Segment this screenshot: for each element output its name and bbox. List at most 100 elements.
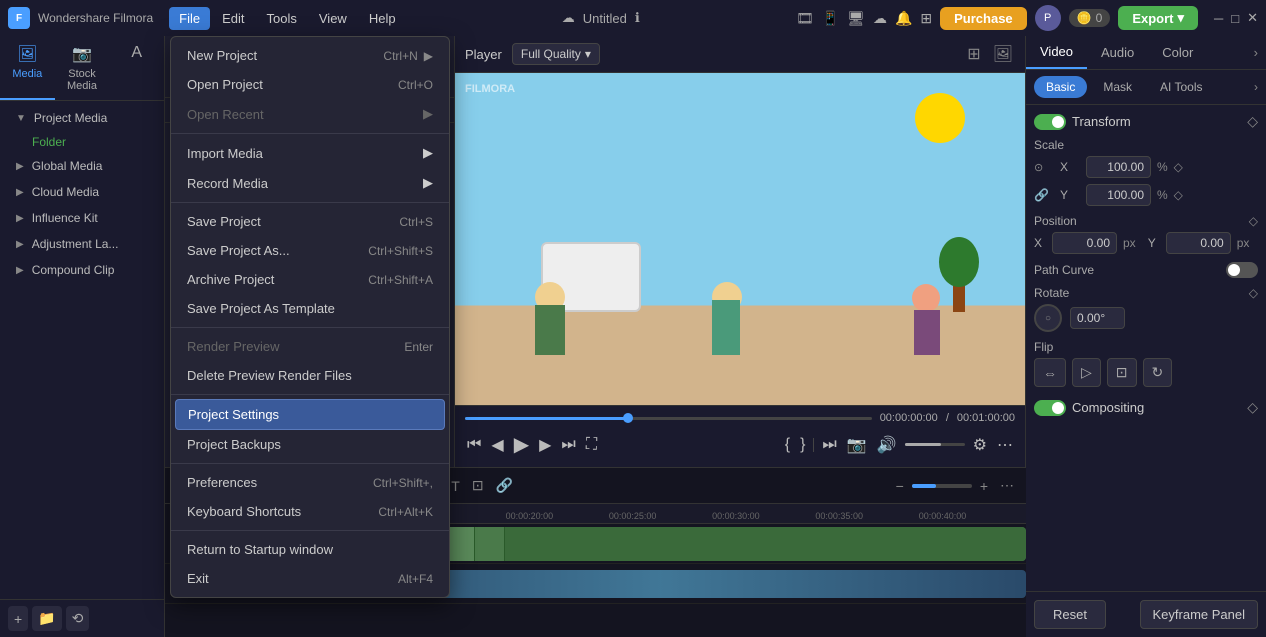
expand-button[interactable]: ⟲	[66, 606, 90, 631]
menu-keyboard-shortcuts[interactable]: Keyboard Shortcuts Ctrl+Alt+K	[171, 497, 449, 526]
section-compound[interactable]: ▶ Compound Clip	[8, 257, 156, 283]
menu-new-project[interactable]: New Project Ctrl+N ▶	[171, 41, 449, 70]
menu-save-project-as[interactable]: Save Project As... Ctrl+Shift+S	[171, 236, 449, 265]
tab-audio[interactable]: Audio	[1087, 37, 1148, 68]
transform-toggle[interactable]	[1034, 114, 1066, 130]
menu-edit[interactable]: Edit	[212, 7, 254, 30]
tab-media[interactable]: 🖼 Media	[0, 36, 55, 100]
play-button[interactable]: ▶	[512, 430, 531, 459]
rotate-input[interactable]	[1070, 307, 1125, 329]
mark-in-button[interactable]: ⏭	[820, 434, 838, 456]
subtab-basic[interactable]: Basic	[1034, 76, 1087, 98]
player-quality-selector[interactable]: Full Quality ▾	[512, 43, 600, 65]
tab-stock-media[interactable]: 📷 Stock Media	[55, 36, 110, 100]
reset-button[interactable]: Reset	[1034, 600, 1106, 629]
image-view-button[interactable]: 🖼	[991, 42, 1015, 66]
tab-more[interactable]: A	[109, 36, 164, 100]
purchase-button[interactable]: Purchase	[940, 7, 1027, 30]
compositing-toggle[interactable]	[1034, 400, 1066, 416]
rotate-diamond-icon[interactable]: ◇	[1249, 286, 1258, 300]
menu-delete-preview[interactable]: Delete Preview Render Files	[171, 361, 449, 390]
in-point-button[interactable]: {	[783, 434, 792, 456]
menu-import-media[interactable]: Import Media ▶	[171, 138, 449, 168]
scale-x-diamond-icon[interactable]: ◇	[1174, 160, 1183, 174]
menu-project-settings[interactable]: Project Settings	[175, 399, 445, 430]
cartoon-head3	[912, 284, 940, 312]
menu-return-startup[interactable]: Return to Startup window	[171, 535, 449, 564]
close-btn[interactable]: ✕	[1247, 10, 1258, 26]
grid2-view-button[interactable]: ⊞	[965, 42, 982, 66]
scale-y-diamond-icon[interactable]: ◇	[1174, 188, 1183, 202]
menu-open-recent[interactable]: Open Recent ▶	[171, 99, 449, 129]
add-folder-button[interactable]: +	[8, 606, 28, 631]
rotate-wheel[interactable]: ○	[1034, 304, 1062, 332]
scale-x-unit: %	[1157, 160, 1168, 174]
flip-h-button[interactable]: ⇔	[1034, 358, 1066, 387]
exit-label: Exit	[187, 571, 209, 586]
volume-bar[interactable]	[905, 443, 965, 446]
subtab-mask[interactable]: Mask	[1091, 76, 1144, 98]
menu-view[interactable]: View	[309, 7, 357, 30]
zoom-slider[interactable]	[912, 484, 972, 488]
frame-back-button[interactable]: ◀	[489, 433, 505, 457]
more-tabs-icon[interactable]: ›	[1246, 37, 1266, 68]
fullscreen-button[interactable]: ⛶	[584, 434, 599, 456]
position-y-input[interactable]	[1166, 232, 1231, 254]
menu-preferences[interactable]: Preferences Ctrl+Shift+,	[171, 468, 449, 497]
menu-exit[interactable]: Exit Alt+F4	[171, 564, 449, 593]
position-diamond-icon[interactable]: ◇	[1249, 214, 1258, 228]
import-media-arrow-icon: ▶	[423, 145, 433, 161]
menu-open-project[interactable]: Open Project Ctrl+O	[171, 70, 449, 99]
menu-save-project[interactable]: Save Project Ctrl+S	[171, 207, 449, 236]
folder-button[interactable]: 📁	[32, 606, 61, 631]
compositing-diamond-icon[interactable]: ◇	[1247, 399, 1258, 416]
section-cloud-media[interactable]: ▶ Cloud Media	[8, 179, 156, 205]
section-influence-kit[interactable]: ▶ Influence Kit	[8, 205, 156, 231]
audio-button[interactable]: 🔊	[875, 433, 899, 457]
out-point-button[interactable]: }	[798, 434, 807, 456]
section-global-media[interactable]: ▶ Global Media	[8, 153, 156, 179]
flip-v-button[interactable]: ▷	[1072, 358, 1101, 387]
maximize-btn[interactable]: □	[1231, 11, 1239, 26]
menu-record-media[interactable]: Record Media ▶	[171, 168, 449, 198]
menu-file[interactable]: File	[169, 7, 210, 30]
menu-help[interactable]: Help	[359, 7, 406, 30]
zoom-out-button[interactable]: −	[892, 476, 908, 496]
more-button[interactable]: ⋯	[995, 433, 1015, 457]
menu-project-backups[interactable]: Project Backups	[171, 430, 449, 459]
scale-y-row: 🔗 Y % ◇	[1034, 184, 1258, 206]
screenshot-button[interactable]: 📷	[845, 433, 869, 457]
keyframe-panel-button[interactable]: Keyframe Panel	[1140, 600, 1259, 629]
import-media-label: Import Media	[187, 146, 263, 161]
skip-forward-button[interactable]: ⏭	[559, 434, 577, 456]
zoom-in-button[interactable]: +	[976, 476, 992, 496]
folder-item[interactable]: Folder	[8, 131, 156, 153]
export-button[interactable]: Export ▾	[1118, 6, 1198, 30]
more-subtabs-icon[interactable]: ›	[1254, 80, 1258, 94]
tab-video[interactable]: Video	[1026, 36, 1087, 69]
section-adjustment[interactable]: ▶ Adjustment La...	[8, 231, 156, 257]
section-project-media[interactable]: ▼ Project Media	[8, 105, 156, 131]
phone-icon: 📱	[822, 10, 839, 27]
menu-archive-project[interactable]: Archive Project Ctrl+Shift+A	[171, 265, 449, 294]
tab-color[interactable]: Color	[1148, 37, 1207, 68]
subtab-ai-tools[interactable]: AI Tools	[1148, 76, 1214, 98]
transform-diamond-icon[interactable]: ◇	[1247, 113, 1258, 130]
menu-save-as-template[interactable]: Save Project As Template	[171, 294, 449, 323]
more-tl-button[interactable]: ⋯	[996, 475, 1018, 496]
seek-bar[interactable]	[465, 417, 872, 420]
position-x-row: X px Y px	[1034, 232, 1258, 254]
scale-x-input[interactable]	[1086, 156, 1151, 178]
menu-tools[interactable]: Tools	[257, 7, 307, 30]
rotate-cw-button[interactable]: ↻	[1143, 358, 1173, 387]
scale-y-input[interactable]	[1086, 184, 1151, 206]
link-button[interactable]: 🔗	[492, 475, 517, 496]
path-curve-toggle[interactable]	[1226, 262, 1258, 278]
skip-back-button[interactable]: ⏮	[465, 434, 483, 456]
split2-button[interactable]: ⊡	[468, 475, 488, 496]
minimize-btn[interactable]: ─	[1214, 11, 1223, 26]
crop-button[interactable]: ⊡	[1107, 358, 1137, 387]
position-x-input[interactable]	[1052, 232, 1117, 254]
frame-forward-button[interactable]: ▶	[537, 433, 553, 457]
settings-button[interactable]: ⚙	[971, 433, 989, 457]
